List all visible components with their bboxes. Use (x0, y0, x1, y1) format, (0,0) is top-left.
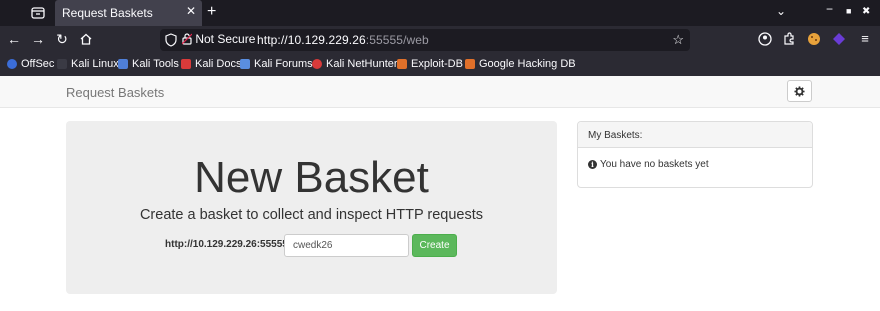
reload-icon[interactable]: ↻ (53, 31, 71, 48)
extensions-icon[interactable] (782, 32, 796, 46)
gear-icon (794, 85, 805, 97)
bookmark-google-hacking-db[interactable]: Google Hacking DB (465, 58, 576, 70)
menu-icon[interactable]: ≡ (856, 31, 874, 46)
close-window-icon[interactable]: ✖ (862, 6, 870, 17)
nethunter-icon (312, 59, 322, 69)
url-path: :55555/web (365, 33, 429, 47)
bookmark-kali-docs[interactable]: Kali Docs (181, 58, 241, 70)
list-all-tabs-icon[interactable]: ⌄ (776, 4, 786, 18)
kali-docs-icon (181, 59, 191, 69)
url-text[interactable]: http://10.129.229.26:55555/web (257, 33, 429, 47)
bookmark-exploit-db[interactable]: Exploit-DB (397, 58, 463, 70)
not-secure-label: Not Secure (195, 32, 256, 46)
kali-forums-icon (240, 59, 250, 69)
minimize-icon[interactable]: − (826, 2, 833, 16)
my-baskets-panel: My Baskets: i You have no baskets yet (577, 121, 813, 188)
bookmark-star-icon[interactable]: ☆ (672, 32, 684, 48)
bookmark-label: Exploit-DB (411, 58, 463, 70)
kali-dragon-icon (57, 59, 67, 69)
browser-nav-bar: ← → ↻ Not Secure http://10.129.229.26:55… (0, 26, 880, 55)
browser-tab-bar: Request Baskets ✕ + ⌄ − ■ ✖ (0, 0, 880, 26)
maximize-icon[interactable]: ■ (846, 6, 851, 16)
page-title: New Basket (194, 153, 429, 202)
basket-name-input[interactable] (284, 234, 409, 257)
tab-overview-icon[interactable] (30, 5, 46, 21)
bookmark-label: Google Hacking DB (479, 58, 576, 70)
bookmark-label: Kali NetHunter (326, 58, 398, 70)
account-icon[interactable] (758, 32, 772, 46)
tracking-shield-icon[interactable] (165, 33, 177, 47)
exploit-db-icon (397, 59, 407, 69)
url-host: http://10.129.229.26 (257, 33, 366, 47)
url-bar[interactable]: Not Secure http://10.129.229.26:55555/we… (160, 29, 690, 51)
home-icon[interactable] (79, 32, 93, 46)
offsec-icon (7, 59, 17, 69)
page-subtitle: Create a basket to collect and inspect H… (139, 207, 484, 223)
back-icon[interactable]: ← (5, 31, 23, 47)
bookmark-label: OffSec (21, 58, 55, 70)
unlocked-icon (181, 33, 193, 45)
purple-extension-icon[interactable] (832, 32, 846, 46)
cookie-extension-icon[interactable] (807, 32, 821, 46)
bookmark-kali-tools[interactable]: Kali Tools (118, 58, 179, 70)
tab-title: Request Baskets (62, 6, 153, 20)
bookmark-label: Kali Docs (195, 58, 242, 70)
bookmark-kali-forums[interactable]: Kali Forums (240, 58, 313, 70)
active-tab[interactable]: Request Baskets ✕ (55, 0, 202, 26)
bookmark-kali-nethunter[interactable]: Kali NetHunter (312, 58, 398, 70)
empty-baskets-text: You have no baskets yet (600, 159, 709, 170)
app-navbar: Request Baskets (0, 76, 880, 108)
panel-body: i You have no baskets yet (578, 148, 812, 181)
bookmark-offsec[interactable]: OffSec (7, 58, 54, 70)
ghdb-icon (465, 59, 475, 69)
panel-heading: My Baskets: (578, 122, 812, 148)
bookmark-label: Kali Tools (132, 58, 179, 70)
basket-url-prefix: http://10.129.229.26:55555/ (165, 239, 291, 250)
not-secure-indicator[interactable]: Not Secure (181, 32, 256, 46)
bookmark-kali-linux[interactable]: Kali Linux (57, 58, 119, 70)
app-brand[interactable]: Request Baskets (66, 85, 164, 100)
new-tab-button[interactable]: + (207, 3, 216, 21)
bookmarks-bar: OffSec Kali Linux Kali Tools Kali Docs K… (0, 55, 880, 76)
bookmark-label: Kali Forums (254, 58, 313, 70)
create-button[interactable]: Create (412, 234, 457, 257)
tab-close-icon[interactable]: ✕ (186, 4, 196, 18)
bookmark-label: Kali Linux (71, 58, 119, 70)
info-icon: i (588, 160, 597, 169)
settings-button[interactable] (787, 80, 812, 102)
forward-icon[interactable]: → (29, 31, 47, 47)
kali-tools-icon (118, 59, 128, 69)
new-basket-jumbotron: New Basket Create a basket to collect an… (66, 121, 557, 294)
